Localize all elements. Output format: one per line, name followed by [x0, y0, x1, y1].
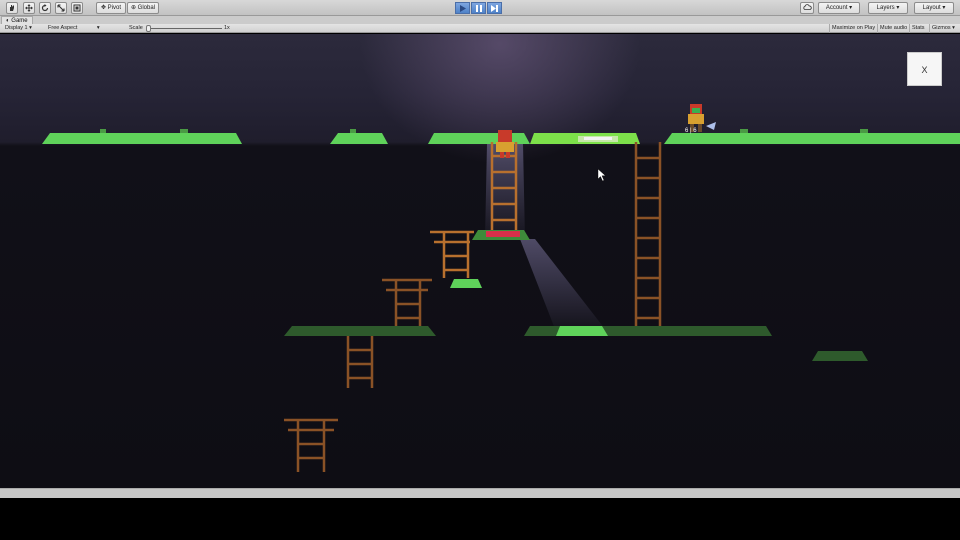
scale-slider-handle[interactable] [146, 25, 151, 32]
grass-tufts [860, 129, 868, 133]
chevron-down-icon: ▾ [942, 5, 946, 11]
game-view-toolbar: Display 1 ▾ Free Aspect ▾ Scale 1x Maxim… [0, 24, 960, 33]
moving-platform [578, 136, 618, 142]
grass-platform [812, 351, 868, 361]
mouse-cursor-icon [597, 168, 607, 182]
account-label: Account [825, 5, 848, 11]
spike-pad [486, 231, 520, 237]
grass-platform [330, 133, 388, 144]
editor-toolbar: ✥ Pivot ⊕ Global Account ▾ Layers ▾ Layo… [0, 0, 960, 16]
aspect-dropdown[interactable]: Free Aspect ▾ [48, 25, 100, 32]
play-button[interactable] [455, 2, 470, 14]
cloud-button[interactable] [800, 2, 814, 14]
pivot-icon: ✥ [100, 5, 106, 11]
pause-button[interactable] [471, 2, 486, 14]
layers-label: Layers [876, 5, 895, 11]
layers-dropdown[interactable]: Layers ▾ [868, 2, 908, 14]
cloud-icon [802, 4, 812, 10]
ladder [430, 230, 474, 278]
ladder [382, 278, 432, 326]
ladder [284, 418, 338, 472]
grass-platform [42, 133, 242, 144]
scale-icon [57, 4, 65, 12]
chevron-down-icon: ▾ [896, 5, 900, 11]
playback-controls [455, 2, 503, 14]
gizmos-dropdown[interactable]: Gizmos ▾ [929, 24, 957, 33]
ladder [346, 336, 374, 388]
chevron-down-icon: ▾ [849, 5, 853, 11]
grass-platform [450, 279, 482, 288]
scale-slider-track[interactable] [146, 28, 222, 29]
grass-platform [556, 326, 608, 336]
rotate-icon [41, 4, 49, 12]
tab-game[interactable]: ◐ Game [1, 16, 33, 24]
stats-toggle[interactable]: Stats [909, 24, 927, 33]
chevron-down-icon: ▾ [952, 25, 955, 31]
hand-icon [10, 5, 14, 11]
grass-platform [428, 133, 530, 144]
scale-label: Scale [129, 25, 143, 31]
letterbox-bar [0, 498, 960, 540]
grass-platform [664, 133, 960, 144]
grass-platform [284, 326, 436, 336]
scale-value: 1x [224, 25, 230, 31]
move-icon [25, 4, 33, 12]
step-button[interactable] [487, 2, 502, 14]
layout-label: Layout [922, 5, 941, 11]
global-label: Global [137, 5, 156, 11]
globe-icon: ⊕ [130, 5, 136, 11]
light-beam [520, 239, 605, 329]
player-health-label: 6 | 6 [685, 128, 697, 134]
play-icon [459, 5, 466, 12]
scale-tool-button[interactable] [55, 2, 67, 14]
grass-tufts [100, 129, 106, 133]
display-dropdown[interactable]: Display 1 ▾ [5, 25, 32, 32]
hand-tool-button[interactable] [6, 2, 18, 14]
grass-tufts [350, 129, 356, 133]
pause-icon [475, 5, 482, 12]
pivot-label: Pivot [107, 5, 122, 11]
pivot-toggle[interactable]: ✥ Pivot [96, 2, 126, 14]
game-view-bottom-border [0, 488, 960, 498]
move-tool-button[interactable] [23, 2, 35, 14]
layout-dropdown[interactable]: Layout ▾ [914, 2, 954, 14]
aspect-label: Free Aspect [48, 25, 78, 31]
game-viewport[interactable]: 6 | 6 X [0, 34, 960, 488]
grass-tufts [740, 129, 748, 133]
close-button[interactable]: X [907, 52, 942, 86]
chevron-down-icon: ▾ [96, 25, 100, 31]
game-scene: 6 | 6 [42, 104, 960, 472]
grass-tufts [180, 129, 188, 133]
ladder [634, 142, 662, 326]
rotate-tool-button[interactable] [39, 2, 51, 14]
rect-icon [73, 4, 81, 12]
tab-strip: ◐ Game [0, 16, 960, 24]
display-label: Display 1 [5, 25, 28, 31]
rect-tool-button[interactable] [71, 2, 83, 14]
account-dropdown[interactable]: Account ▾ [818, 2, 860, 14]
unity-editor: ✥ Pivot ⊕ Global Account ▾ Layers ▾ Layo… [0, 0, 960, 540]
global-toggle[interactable]: ⊕ Global [127, 2, 159, 14]
gizmos-label: Gizmos [932, 25, 951, 31]
step-icon [491, 5, 498, 12]
mute-audio-toggle[interactable]: Mute audio [877, 24, 909, 33]
maximize-on-play-toggle[interactable]: Maximize on Play [829, 24, 877, 33]
chevron-down-icon: ▾ [29, 25, 32, 31]
